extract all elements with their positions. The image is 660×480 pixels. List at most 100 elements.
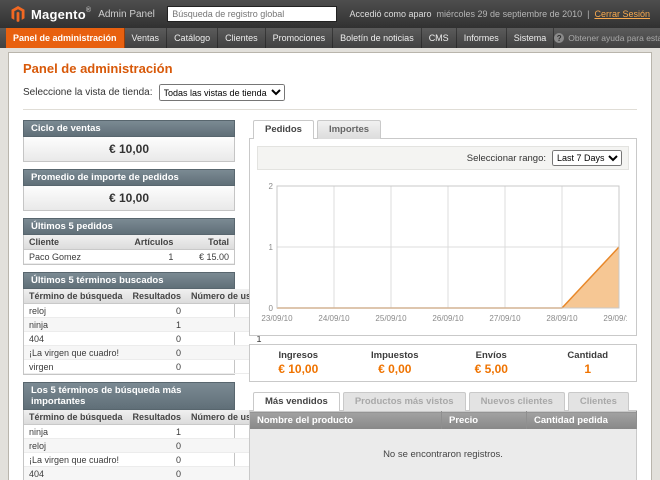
cell: ¡La virgen que cuadro!: [24, 346, 128, 360]
cell: € 15.00: [178, 250, 234, 264]
stat-value: 1: [540, 362, 637, 376]
tab-orders[interactable]: Pedidos: [253, 120, 314, 139]
nav-item-system[interactable]: Sistema: [507, 28, 555, 48]
table-header-row: Cliente Artículos Total: [24, 235, 234, 250]
range-select[interactable]: Last 7 Days: [552, 150, 622, 166]
stat-label: Cantidad: [540, 350, 637, 361]
nav-item-newsletter[interactable]: Boletín de noticias: [333, 28, 422, 48]
cell: ¡La virgen que cuadro!: [24, 453, 128, 467]
table-row[interactable]: virgen 0 1: [24, 360, 267, 374]
tab-bestsellers[interactable]: Más vendidos: [253, 392, 340, 411]
table-row[interactable]: ¡La virgen que cuadro! 0 2: [24, 453, 267, 467]
nav-item-sales[interactable]: Ventas: [125, 28, 168, 48]
tab-amounts[interactable]: Importes: [317, 120, 381, 139]
svg-text:24/09/10: 24/09/10: [318, 314, 350, 323]
tab-most-viewed[interactable]: Productos más vistos: [343, 392, 466, 411]
average-order-value: € 10,00: [23, 186, 235, 211]
svg-text:2: 2: [269, 182, 274, 191]
table-row[interactable]: ninja 1 10: [24, 425, 267, 439]
last-search-terms-box: Últimos 5 términos buscados Término de b…: [23, 272, 235, 375]
registered-mark: ®: [86, 7, 91, 14]
cell: 0: [128, 346, 187, 360]
logout-link[interactable]: Cerrar Sesión: [594, 9, 650, 19]
column-header: Resultados: [128, 289, 187, 304]
no-records-message: No se encontraron registros.: [250, 429, 637, 480]
page-help-link[interactable]: ? Obtener ayuda para esta página: [554, 28, 660, 48]
stat-value: € 0,00: [347, 362, 444, 376]
table-row[interactable]: 404 0 1: [24, 332, 267, 346]
bestsellers-table: Nombre del producto Precio Cantidad pedi…: [249, 411, 637, 480]
cell: 1: [110, 250, 178, 264]
help-icon: ?: [554, 33, 564, 43]
stat-tax: Impuestos € 0,00: [347, 350, 444, 376]
tab-customers[interactable]: Clientes: [568, 392, 629, 411]
range-selector-row: Seleccionar rango: Last 7 Days: [257, 146, 629, 170]
last-orders-title: Últimos 5 pedidos: [23, 218, 235, 235]
cell: virgen: [24, 360, 128, 374]
stat-shipping: Envíos € 5,00: [443, 350, 540, 376]
nav-item-catalog[interactable]: Catálogo: [167, 28, 218, 48]
tab-new-customers[interactable]: Nuevos clientes: [469, 392, 565, 411]
stat-label: Impuestos: [347, 350, 444, 361]
stat-revenue: Ingresos € 10,00: [250, 350, 347, 376]
cell: 0: [128, 360, 187, 374]
average-order-box: Promedio de importe de pedidos € 10,00: [23, 169, 235, 211]
nav-item-cms[interactable]: CMS: [422, 28, 457, 48]
global-search-input[interactable]: [167, 6, 337, 22]
orders-amounts-tabs: Pedidos Importes: [249, 120, 637, 139]
last-orders-table: Cliente Artículos Total Paco Gomez 1 € 1…: [24, 235, 234, 264]
cell: reloj: [24, 304, 128, 318]
table-row[interactable]: Paco Gomez 1 € 15.00: [24, 250, 234, 264]
nav-item-reports[interactable]: Informes: [457, 28, 507, 48]
cell: 0: [128, 304, 187, 318]
help-label: Obtener ayuda para esta página: [568, 33, 660, 43]
column-header: Cliente: [24, 235, 110, 250]
lifetime-sales-box: Ciclo de ventas € 10,00: [23, 120, 235, 162]
cell: 1: [128, 425, 187, 439]
last-orders-box: Últimos 5 pedidos Cliente Artículos Tota…: [23, 218, 235, 265]
stat-label: Envíos: [443, 350, 540, 361]
top-search-terms-box: Los 5 términos de búsqueda más important…: [23, 382, 235, 480]
column-header: Término de búsqueda: [24, 289, 128, 304]
table-header-row: Término de búsqueda Resultados Número de…: [24, 289, 267, 304]
orders-chart-panel: Seleccionar rango: Last 7 Days 23/09/102…: [249, 139, 637, 336]
average-order-title: Promedio de importe de pedidos: [23, 169, 235, 186]
cell: 0: [128, 453, 187, 467]
nav-item-promotions[interactable]: Promociones: [266, 28, 334, 48]
empty-row: No se encontraron registros.: [250, 429, 637, 480]
range-label: Seleccionar rango:: [467, 153, 546, 164]
last-search-terms-table: Término de búsqueda Resultados Número de…: [24, 289, 267, 374]
column-header: Total: [178, 235, 234, 250]
store-view-select[interactable]: Todas las vistas de tienda: [159, 84, 285, 101]
svg-text:25/09/10: 25/09/10: [375, 314, 407, 323]
table-row[interactable]: ¡La virgen que cuadro! 0 2: [24, 346, 267, 360]
column-header: Nombre del producto: [250, 412, 442, 430]
nav-item-customers[interactable]: Clientes: [218, 28, 266, 48]
nav-item-dashboard[interactable]: Panel de administración: [6, 28, 125, 48]
dashboard-left-column: Ciclo de ventas € 10,00 Promedio de impo…: [23, 120, 235, 480]
separator: |: [587, 9, 589, 19]
cell: 0: [128, 332, 187, 346]
column-header: Resultados: [128, 410, 187, 425]
table-row[interactable]: ninja 1 10: [24, 318, 267, 332]
last-search-terms-title: Últimos 5 términos buscados: [23, 272, 235, 289]
table-row[interactable]: 404 0 1: [24, 467, 267, 480]
cell: Paco Gomez: [24, 250, 110, 264]
magento-admin-page: Magento® Admin Panel Accedió como aparo …: [0, 0, 660, 480]
store-view-switcher: Seleccione la vista de tienda: Todas las…: [23, 84, 637, 101]
content-panel: Panel de administración Seleccione la vi…: [8, 52, 652, 480]
table-row[interactable]: reloj 0 2: [24, 304, 267, 318]
cell: ninja: [24, 425, 128, 439]
header-session-info: Accedió como aparo miércoles 29 de septi…: [349, 9, 650, 19]
svg-text:1: 1: [269, 243, 274, 252]
cell: 404: [24, 467, 128, 480]
lifetime-sales-value: € 10,00: [23, 137, 235, 162]
cell: 1: [128, 318, 187, 332]
store-view-label: Seleccione la vista de tienda:: [23, 87, 153, 98]
svg-text:27/09/10: 27/09/10: [489, 314, 521, 323]
stat-value: € 10,00: [250, 362, 347, 376]
table-row[interactable]: reloj 0 2: [24, 439, 267, 453]
divider: [23, 109, 637, 110]
column-header: Artículos: [110, 235, 178, 250]
top-search-terms-title: Los 5 términos de búsqueda más important…: [23, 382, 235, 410]
